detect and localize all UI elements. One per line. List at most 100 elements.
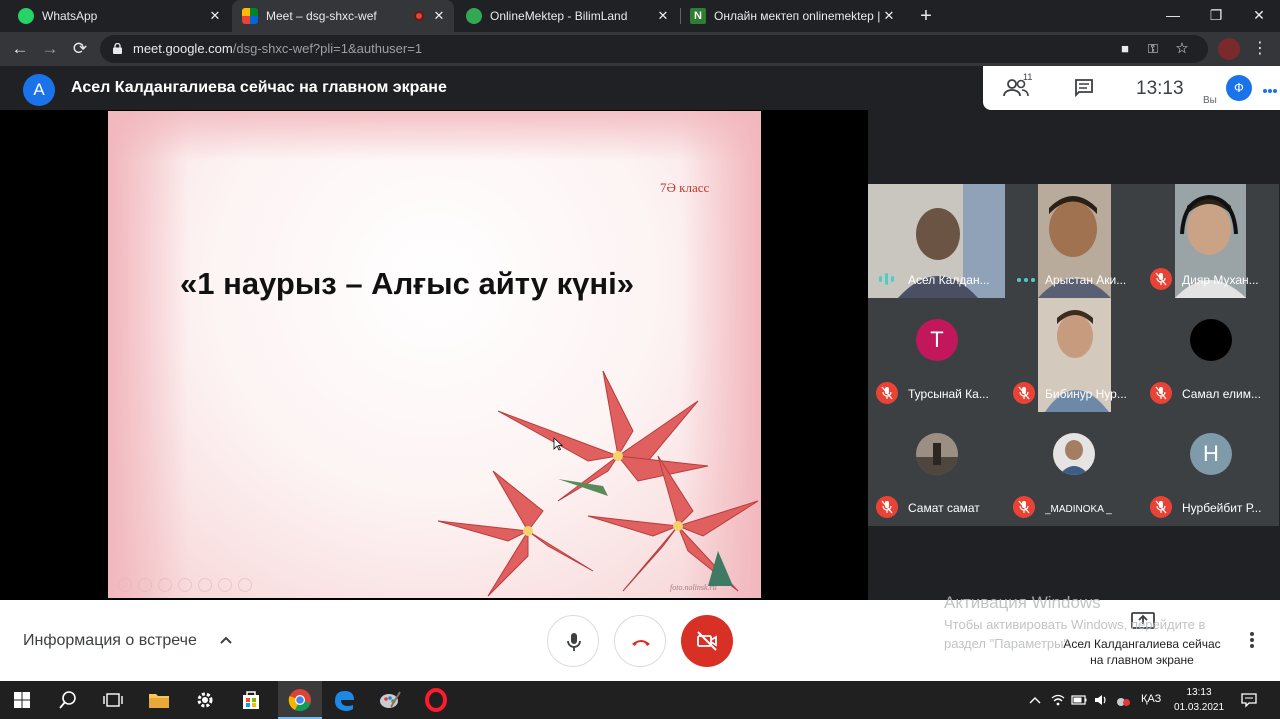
chevron-up-icon[interactable]	[218, 632, 234, 648]
slide-control-icon[interactable]	[218, 578, 232, 592]
slide-control-icon[interactable]	[138, 578, 152, 592]
participant-tile[interactable]: Арыстан Аки...	[1005, 184, 1142, 298]
close-window-button[interactable]: ✕	[1236, 0, 1280, 30]
task-view-icon[interactable]	[100, 687, 126, 713]
mic-off-icon	[1018, 500, 1030, 514]
meet-icon	[242, 8, 258, 24]
store-icon[interactable]	[238, 687, 264, 713]
close-tab-icon[interactable]: ✕	[654, 7, 672, 25]
slide-control-icon[interactable]	[158, 578, 172, 592]
bilimland-icon	[466, 8, 482, 24]
profile-avatar[interactable]	[1218, 38, 1240, 60]
participant-tile[interactable]: Н Нурбейбит Р...	[1142, 412, 1279, 526]
forward-button[interactable]: →	[38, 37, 62, 61]
windows-start-icon[interactable]	[9, 687, 35, 713]
tray-chevron-up-icon[interactable]	[1027, 692, 1043, 708]
file-explorer-icon[interactable]	[146, 687, 172, 713]
restore-button[interactable]: ❐	[1193, 0, 1239, 30]
tab-title: WhatsApp	[42, 9, 98, 23]
slide-control-icon[interactable]	[178, 578, 192, 592]
paint-icon[interactable]	[377, 687, 403, 713]
slide-title: «1 наурыз – Алғыс айту күні»	[180, 266, 634, 301]
new-tab-button[interactable]: +	[914, 4, 938, 28]
participant-avatar: Т	[916, 319, 958, 361]
mic-icon	[567, 633, 581, 651]
back-button[interactable]: ←	[8, 37, 32, 61]
action-center-icon[interactable]	[1241, 692, 1257, 708]
participant-tile[interactable]: Т Турсынай Ка...	[868, 298, 1005, 412]
main-stage: 7Ә класс «1 наурыз – Алғыс айту күні» fo…	[0, 110, 868, 600]
meet-top-panel: 11 13:13 Вы Ф	[983, 66, 1280, 110]
chat-icon[interactable]	[1074, 79, 1094, 97]
participant-name: Самат самат	[908, 501, 980, 515]
chrome-icon[interactable]	[287, 687, 313, 713]
meet-header: А Асел Калдангалиева сейчас на главном э…	[0, 66, 1280, 110]
settings-gear-icon[interactable]	[192, 687, 218, 713]
url-path: /dsg-shxc-wef?pli=1&authuser=1	[232, 41, 423, 56]
participant-tile[interactable]: Дияр Мухан...	[1142, 184, 1279, 298]
address-bar[interactable]: meet.google.com/dsg-shxc-wef?pli=1&authu…	[100, 35, 1208, 63]
mouse-cursor-icon	[553, 437, 563, 451]
mic-off-icon	[881, 500, 893, 514]
close-tab-icon[interactable]: ✕	[430, 7, 448, 25]
slide-control-icon[interactable]	[118, 578, 132, 592]
activation-text: Чтобы активировать Windows, перейдите в …	[944, 617, 1206, 651]
tab-whatsapp[interactable]: WhatsApp ✕	[8, 0, 230, 32]
onlinemektep-icon: N	[690, 8, 706, 24]
muted-indicator	[1013, 496, 1035, 518]
presenter-avatar: А	[23, 74, 55, 106]
microphone-button[interactable]	[547, 615, 599, 667]
edge-icon[interactable]	[331, 687, 357, 713]
participant-name: Самал елим...	[1182, 387, 1261, 401]
search-icon[interactable]	[55, 687, 81, 713]
opera-icon[interactable]	[423, 687, 449, 713]
wifi-icon[interactable]	[1050, 692, 1066, 708]
participant-name: Арыстан Аки...	[1045, 273, 1127, 287]
more-vertical-icon[interactable]	[1244, 630, 1260, 650]
close-tab-icon[interactable]: ✕	[880, 7, 898, 25]
participant-tile[interactable]: Бибинур Нур...	[1005, 298, 1142, 412]
notification-badge-icon[interactable]	[1115, 692, 1131, 708]
muted-indicator	[1013, 382, 1035, 404]
taskbar-time: 13:13	[1186, 687, 1212, 698]
participant-name: Турсынай Ка...	[908, 387, 989, 401]
slide-control-icon[interactable]	[238, 578, 252, 592]
language-indicator[interactable]: ҚАЗ	[1141, 693, 1161, 705]
participant-photo	[1053, 433, 1095, 475]
recording-indicator-icon	[414, 11, 424, 21]
activation-title: Активация Windows	[944, 593, 1101, 612]
camera-icon[interactable]: ■	[1116, 40, 1134, 58]
slide-frame	[108, 111, 188, 598]
participant-tile[interactable]: Самал елим...	[1142, 298, 1279, 412]
taskbar-clock[interactable]: 13:13 01.03.2021	[1174, 685, 1224, 715]
reload-button[interactable]: ⟳	[68, 37, 92, 61]
tab-onlinemektep[interactable]: N Онлайн мектеп onlinemektep | ✕	[682, 0, 904, 32]
slide-control-icon[interactable]	[198, 578, 212, 592]
participant-avatar	[1190, 319, 1232, 361]
participant-name: Бибинур Нур...	[1045, 387, 1127, 401]
lock-icon	[113, 43, 122, 54]
chrome-menu-icon[interactable]: ⋮	[1250, 38, 1270, 60]
participant-tile[interactable]: Асел Калдан...	[868, 184, 1005, 298]
participant-name: Нурбейбит Р...	[1182, 501, 1262, 515]
participant-tile[interactable]: Самат самат	[868, 412, 1005, 526]
close-tab-icon[interactable]: ✕	[206, 7, 224, 25]
battery-icon[interactable]	[1071, 692, 1087, 708]
tab-meet[interactable]: Meet – dsg-shxc-wef ✕	[232, 0, 454, 32]
star-icon[interactable]: ☆	[1173, 40, 1191, 58]
lily-flowers-image	[437, 370, 759, 597]
url-text: meet.google.com/dsg-shxc-wef?pli=1&authu…	[133, 41, 422, 56]
minimize-button[interactable]: —	[1150, 0, 1196, 30]
mic-off-icon	[1018, 386, 1030, 400]
leave-call-button[interactable]	[614, 615, 666, 667]
camera-off-button[interactable]	[681, 615, 733, 667]
more-options-icon[interactable]	[1262, 86, 1278, 96]
self-avatar[interactable]: Ф	[1226, 75, 1252, 101]
tab-bilimland[interactable]: OnlineMektep - BilimLand ✕	[456, 0, 678, 32]
meeting-info-button[interactable]: Информация о встрече	[23, 632, 197, 650]
volume-icon[interactable]	[1093, 692, 1109, 708]
key-icon[interactable]: ⚿	[1144, 40, 1162, 58]
slide-watermark: foto.nolinsk.ru	[670, 583, 717, 592]
hangup-icon	[632, 640, 650, 646]
participant-tile[interactable]: _MADINOKA _	[1005, 412, 1142, 526]
